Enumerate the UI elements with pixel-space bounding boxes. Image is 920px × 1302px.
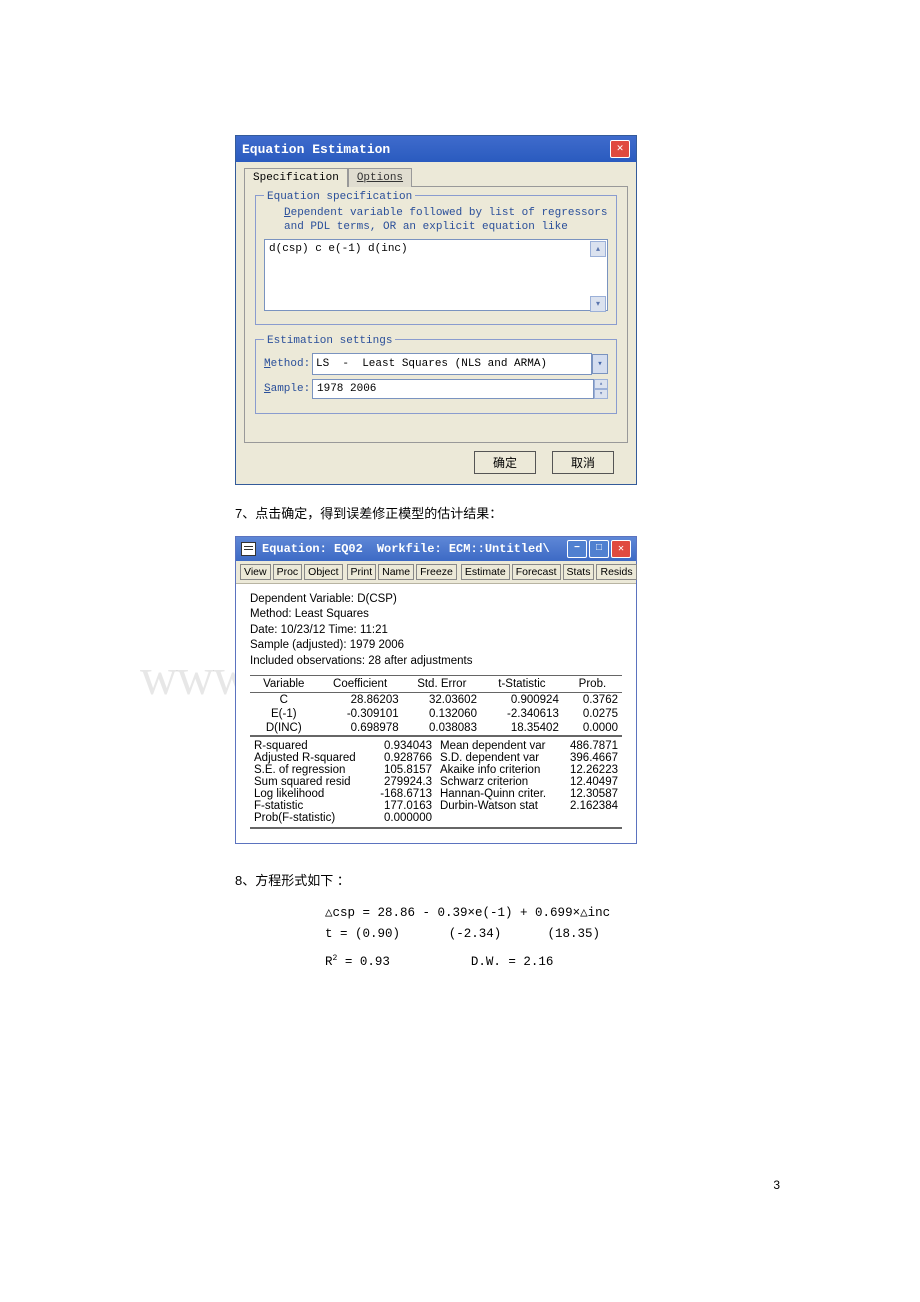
- output-title-left: Equation: EQ02: [262, 542, 363, 556]
- tb-object[interactable]: Object: [304, 564, 342, 580]
- step-7-text: 7、点击确定，得到误差修正模型的估计结果：: [235, 503, 685, 522]
- step-8-text: 8、方程形式如下 ：: [235, 870, 685, 889]
- scroll-up-icon[interactable]: ▴: [590, 241, 606, 257]
- hdr-obs: Included observations: 28 after adjustme…: [250, 654, 622, 670]
- statistics-grid: R-squared0.934043Mean dependent var486.7…: [250, 736, 622, 829]
- sample-input[interactable]: [312, 379, 594, 399]
- tb-forecast[interactable]: Forecast: [512, 564, 561, 580]
- page-number: 3: [773, 1178, 780, 1192]
- col-variable: Variable: [250, 676, 318, 693]
- equation-output-window: Equation: EQ02 Workfile: ECM::Untitled\ …: [235, 536, 637, 845]
- tab-options[interactable]: Options: [348, 168, 412, 187]
- col-coefficient: Coefficient: [318, 676, 403, 693]
- col-stderror: Std. Error: [403, 676, 481, 693]
- output-toolbar: View Proc Object Print Name Freeze Estim…: [236, 561, 636, 584]
- tb-stats[interactable]: Stats: [563, 564, 595, 580]
- minimize-icon[interactable]: −: [567, 540, 587, 558]
- equation-estimation-dialog: Equation Estimation ✕ Specification Opti…: [235, 135, 637, 485]
- hdr-depvar: Dependent Variable: D(CSP): [250, 592, 622, 608]
- coefficient-table: Variable Coefficient Std. Error t-Statis…: [250, 675, 622, 736]
- method-label: Method:: [264, 358, 312, 370]
- spec-hint: Dependent variable followed by list of r…: [284, 207, 608, 235]
- method-select[interactable]: [312, 353, 592, 375]
- maximize-icon[interactable]: □: [589, 540, 609, 558]
- dialog-title: Equation Estimation: [242, 142, 390, 157]
- eq-line-3: R2 = 0.93 D.W. = 2.16: [325, 952, 685, 973]
- table-row: C28.8620332.036020.9009240.3762: [250, 693, 622, 708]
- tb-view[interactable]: View: [240, 564, 271, 580]
- scroll-down-icon[interactable]: ▾: [590, 296, 606, 312]
- dialog-titlebar: Equation Estimation ✕: [236, 136, 636, 162]
- table-row: E(-1)-0.3091010.132060-2.3406130.0275: [250, 707, 622, 721]
- equation-spec-input[interactable]: d(csp) c e(-1) d(inc): [264, 239, 608, 311]
- est-legend: Estimation settings: [264, 335, 395, 347]
- estimation-settings-group: Estimation settings Method: ▾ Sample: ▴▾: [255, 339, 617, 414]
- ok-button[interactable]: 确定: [474, 451, 536, 474]
- cancel-button[interactable]: 取消: [552, 451, 614, 474]
- tb-resids[interactable]: Resids: [596, 564, 636, 580]
- equation-spec-group: Equation specification Dependent variabl…: [255, 195, 617, 325]
- col-tstat: t-Statistic: [481, 676, 563, 693]
- output-header-block: Dependent Variable: D(CSP) Method: Least…: [250, 592, 622, 670]
- eq-line-1: △csp = 28.86 - 0.39×e(-1) + 0.699×△inc: [325, 903, 685, 924]
- spec-legend: Equation specification: [264, 191, 415, 203]
- hdr-method: Method: Least Squares: [250, 607, 622, 623]
- hdr-date: Date: 10/23/12 Time: 11:21: [250, 623, 622, 639]
- table-row: D(INC)0.6989780.03808318.354020.0000: [250, 721, 622, 736]
- document-icon: [241, 542, 256, 556]
- sample-spinner[interactable]: ▴▾: [594, 379, 608, 399]
- output-title-right: Workfile: ECM::Untitled\: [377, 542, 550, 556]
- tb-freeze[interactable]: Freeze: [416, 564, 457, 580]
- eq-line-2: t = (0.90) (-2.34) (18.35): [325, 924, 685, 945]
- tb-print[interactable]: Print: [347, 564, 377, 580]
- chevron-down-icon[interactable]: ▾: [592, 354, 608, 374]
- close-icon[interactable]: ✕: [610, 140, 630, 158]
- close-icon[interactable]: ✕: [611, 540, 631, 558]
- tb-name[interactable]: Name: [378, 564, 414, 580]
- equation-result-block: △csp = 28.86 - 0.39×e(-1) + 0.699×△inc t…: [325, 903, 685, 973]
- col-prob: Prob.: [563, 676, 622, 693]
- sample-label: Sample:: [264, 383, 312, 395]
- hdr-sample: Sample (adjusted): 1979 2006: [250, 638, 622, 654]
- tab-specification[interactable]: Specification: [244, 168, 348, 187]
- tb-estimate[interactable]: Estimate: [461, 564, 510, 580]
- tb-proc[interactable]: Proc: [273, 564, 303, 580]
